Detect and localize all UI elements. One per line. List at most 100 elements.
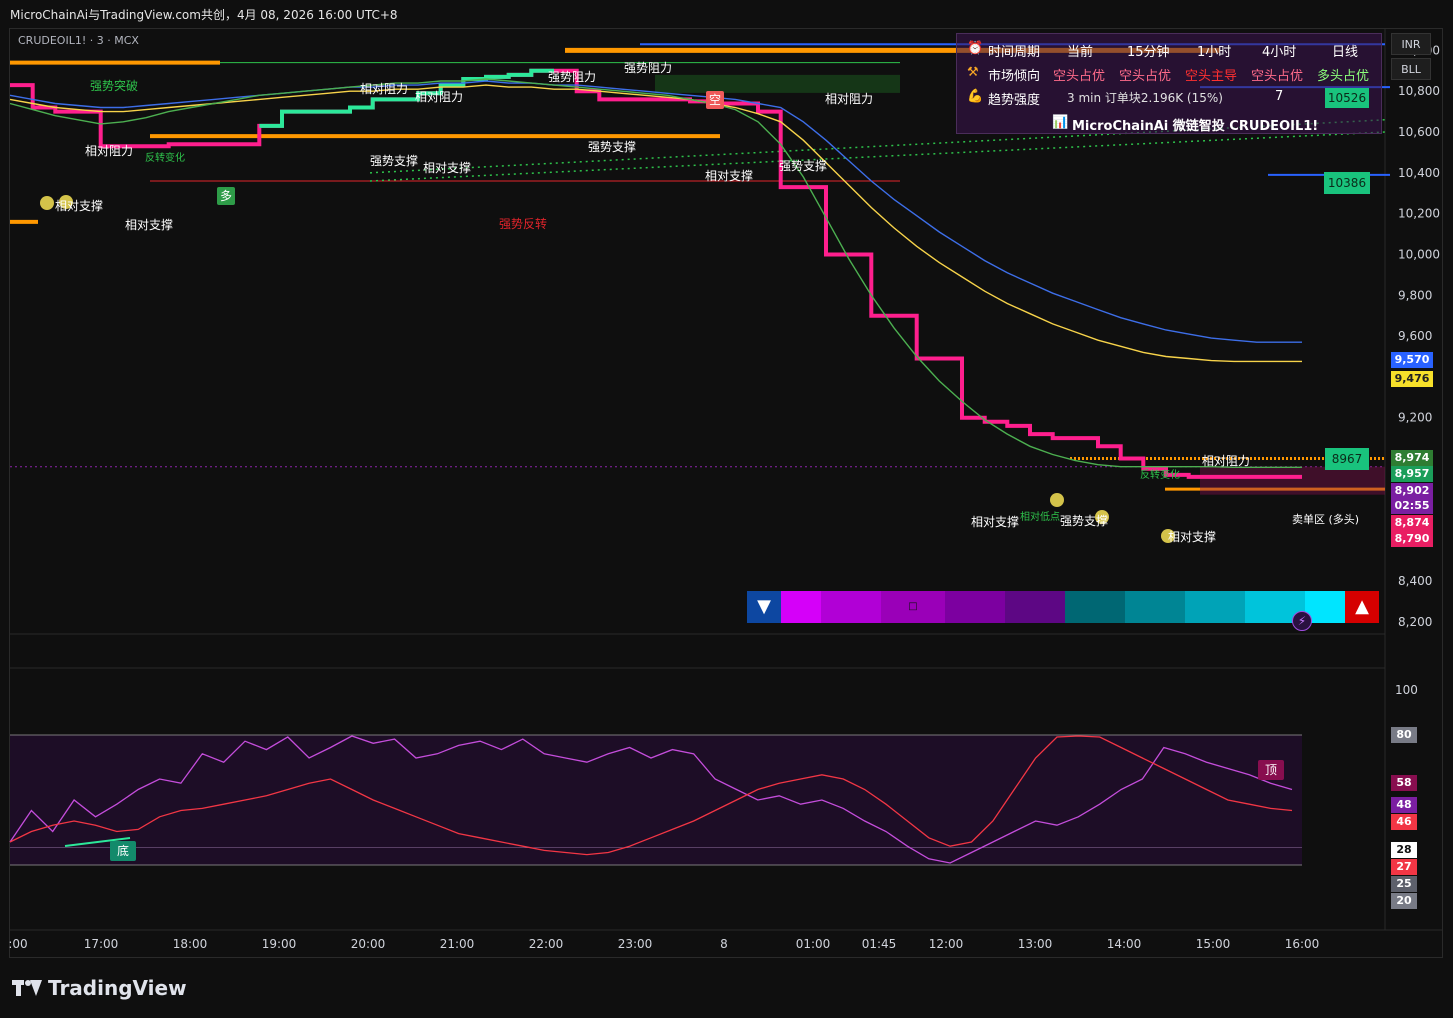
price-label-green: 10526 xyxy=(1325,88,1369,108)
dashboard-row-bias: ⚒ 市场倾向 空头占优 空头占优 空头主导 空头占优 多头占优 xyxy=(957,62,1383,86)
main-chart: 8,2008,4008,6008,8009,0009,2009,4009,600… xyxy=(8,28,1443,951)
label-strong-support: 强势支撑 xyxy=(370,154,419,168)
tradingview-footer[interactable]: TradingView xyxy=(12,976,187,1000)
time-axis-tick: 23:00 xyxy=(618,937,653,951)
osc-badge: 80 xyxy=(1391,727,1417,743)
osc-ytick: 100 xyxy=(1395,683,1418,697)
label-strong-support: 强势支撑 xyxy=(779,159,828,173)
label-relative-support: 相对支撑 xyxy=(423,161,472,175)
dashboard-row-label: 趋势强度 xyxy=(988,93,1041,108)
signal-dot xyxy=(40,196,54,210)
price-badge: 9,570 xyxy=(1391,352,1433,368)
label-relative-support: 相对支撑 xyxy=(125,218,174,232)
bottom-marker: 底 xyxy=(110,841,136,861)
momentum-heat-bar: ▼ □ ▲ xyxy=(747,591,1379,623)
price-badge: 8,974 xyxy=(1391,450,1433,466)
currency-button-bll[interactable]: BLL xyxy=(1391,58,1431,80)
chart-root: { "header": { "title": "MicroChainAi与Tra… xyxy=(0,0,1453,1018)
osc-badge: 58 xyxy=(1391,775,1417,791)
price-badge: 9,476 xyxy=(1391,371,1433,387)
label-strong-reversal: 强势反转 xyxy=(499,217,548,231)
dashboard-cell: 3 min 订单块2.196K (15%) xyxy=(1067,91,1223,105)
time-axis-tick: 12:00 xyxy=(929,937,964,951)
label-strong-breakout: 强势突破 xyxy=(90,79,139,93)
price-badge: 8,902 xyxy=(1391,483,1433,499)
currency-button-inr[interactable]: INR xyxy=(1391,33,1431,55)
price-axis-tick: 8,400 xyxy=(1398,574,1432,588)
square-icon: □ xyxy=(881,591,945,623)
price-label-green: 8967 xyxy=(1325,448,1369,470)
label-relative-support: 相对支撑 xyxy=(1168,530,1217,544)
price-badge: 8,790 xyxy=(1391,531,1433,547)
tradingview-logo-icon xyxy=(12,977,42,999)
dashboard-footer-text: MicroChainAi 微链智投 CRUDEOIL1! xyxy=(1072,119,1319,134)
time-axis-tick: 14:00 xyxy=(1107,937,1142,951)
up-arrow-icon: ▲ xyxy=(1345,591,1379,623)
osc-badge: 46 xyxy=(1391,814,1417,830)
time-axis-tick: 16:00 xyxy=(1285,937,1320,951)
dashboard-cell: 日线 xyxy=(1332,45,1359,60)
time-axis-tick: 20:00 xyxy=(351,937,386,951)
tradingview-brand: TradingView xyxy=(48,976,187,1000)
price-axis-tick: 10,600 xyxy=(1398,125,1440,139)
lightning-icon[interactable]: ⚡ xyxy=(1292,611,1312,631)
label-strong-support: 强势支撑 xyxy=(1060,514,1109,528)
label-strong-resistance: 强势阻力 xyxy=(624,61,673,75)
label-reversal-change: 反转变化 xyxy=(1140,470,1180,481)
label-relative-resistance: 相对阻力 xyxy=(360,82,409,96)
time-axis-tick: 17:00 xyxy=(84,937,119,951)
label-relative-low: 相对低点 xyxy=(1020,512,1060,523)
osc-badge: 27 xyxy=(1391,859,1417,875)
price-axis-tick: 9,800 xyxy=(1398,288,1432,302)
price-axis-tick: 10,400 xyxy=(1398,166,1440,180)
dashboard-row-timeframe: ⏰ 时间周期 当前 15分钟 1小时 4小时 日线 xyxy=(957,38,1383,62)
short-marker: 空 xyxy=(706,91,724,109)
time-axis-tick: 21:00 xyxy=(440,937,475,951)
dashboard-cell: 空头占优 xyxy=(1251,69,1304,84)
label-relative-resistance: 相对阻力 xyxy=(85,144,134,158)
price-axis-tick: 9,200 xyxy=(1398,411,1432,425)
trend-line xyxy=(369,131,1386,182)
label-reversal-change: 反转变化 xyxy=(145,153,185,164)
dashboard-cell: 7 xyxy=(1275,89,1284,104)
dashboard-cell: 多头占优 xyxy=(1317,69,1370,84)
price-axis-tick: 9,600 xyxy=(1398,329,1432,343)
dashboard-footer: 📊 MicroChainAi 微链智投 CRUDEOIL1! xyxy=(957,112,1383,136)
osc-badge: 25 xyxy=(1391,876,1417,892)
label-relative-resistance: 相对阻力 xyxy=(825,92,874,106)
dashboard-row-label: 时间周期 xyxy=(988,45,1041,60)
label-relative-support: 相对支撑 xyxy=(971,515,1020,529)
dashboard-cell: 空头主导 xyxy=(1185,69,1238,84)
trend-dashboard: ⏰ 时间周期 当前 15分钟 1小时 4小时 日线 ⚒ 市场倾向 空头占优 空头… xyxy=(956,33,1382,134)
alarm-clock-icon: ⏰ xyxy=(967,41,984,56)
signal-dot xyxy=(1050,493,1064,507)
dashboard-cell: 空头占优 xyxy=(1119,69,1172,84)
dashboard-row-label: 市场倾向 xyxy=(988,69,1041,84)
dashboard-cell: 当前 xyxy=(1067,45,1094,60)
label-relative-support: 相对支撑 xyxy=(55,199,104,213)
chart-icon: 📊 xyxy=(1052,115,1069,130)
price-axis-tick: 10,800 xyxy=(1398,84,1440,98)
time-axis-tick: 15:00 xyxy=(1196,937,1231,951)
label-strong-support: 强势支撑 xyxy=(588,140,637,154)
dashboard-cell: 4小时 xyxy=(1262,45,1297,60)
label-relative-resistance: 相对阻力 xyxy=(1202,454,1251,468)
tools-icon: ⚒ xyxy=(967,65,979,80)
price-badge: 8,957 xyxy=(1391,466,1433,482)
time-axis-tick: 22:00 xyxy=(529,937,564,951)
order-block-zone xyxy=(1200,466,1385,495)
osc-badge: 48 xyxy=(1391,797,1417,813)
time-axis-tick: 01:00 xyxy=(796,937,831,951)
time-axis-tick: 18:00 xyxy=(173,937,208,951)
time-axis-tick: 19:00 xyxy=(262,937,297,951)
label-strong-resistance: 强势阻力 xyxy=(548,70,597,84)
time-axis-tick: 01:45 xyxy=(862,937,897,951)
dashboard-cell: 空头占优 xyxy=(1053,69,1106,84)
osc-badge: 20 xyxy=(1391,893,1417,909)
price-axis-tick: 8,200 xyxy=(1398,615,1432,629)
long-marker: 多 xyxy=(217,187,235,205)
top-marker: 顶 xyxy=(1258,760,1284,780)
countdown-badge: 02:55 xyxy=(1391,498,1433,514)
down-arrow-icon: ▼ xyxy=(747,591,781,623)
price-axis-tick: 10,200 xyxy=(1398,207,1440,221)
